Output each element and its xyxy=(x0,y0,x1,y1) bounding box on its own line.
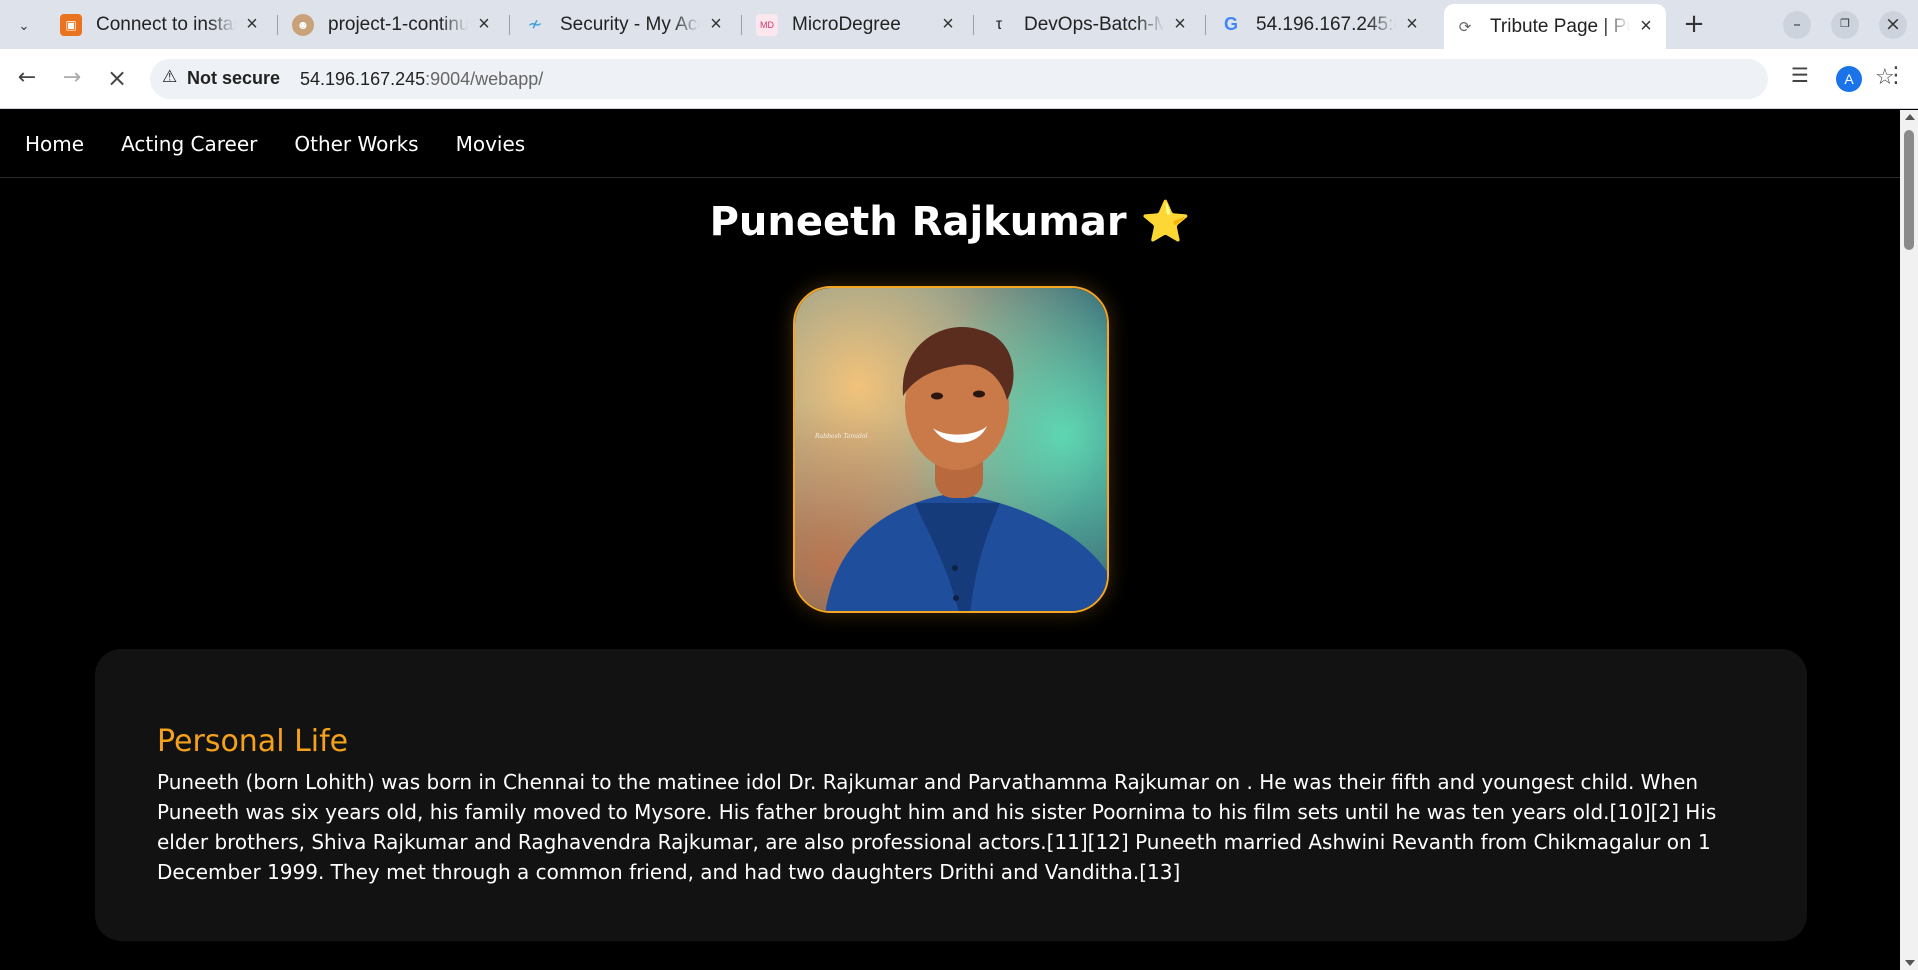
nav-link-acting-career[interactable]: Acting Career xyxy=(121,132,257,156)
scroll-down-arrow-icon[interactable] xyxy=(1905,960,1915,966)
aws-icon: ▣ xyxy=(60,13,82,36)
minimize-icon[interactable]: – xyxy=(1783,11,1811,39)
close-icon[interactable]: × xyxy=(1402,13,1422,36)
scroll-up-arrow-icon[interactable] xyxy=(1905,114,1915,120)
restore-icon[interactable]: ❐ xyxy=(1831,11,1859,39)
tab-ip-8080[interactable]: G 54.196.167.245:8080 × xyxy=(1210,6,1432,43)
stop-loading-icon[interactable]: × xyxy=(102,63,132,93)
back-arrow-icon[interactable]: ← xyxy=(12,63,42,93)
close-icon[interactable]: × xyxy=(706,13,726,36)
tab-security-account[interactable]: ≁ Security - My Account × xyxy=(514,6,736,43)
close-icon[interactable]: × xyxy=(1636,15,1656,38)
browser-toolbar: ← → × ⚠ Not secure 54.196.167.245:9004/w… xyxy=(0,49,1918,109)
personal-life-card: Personal Life Puneeth (born Lohith) was … xyxy=(95,649,1807,941)
page-title: Puneeth Rajkumar ⭐ xyxy=(709,199,1191,245)
close-icon[interactable]: × xyxy=(1170,13,1190,36)
scrollbar-thumb[interactable] xyxy=(1904,130,1914,250)
section-body: Puneeth (born Lohith) was born in Chenna… xyxy=(157,770,1717,884)
nav-link-movies[interactable]: Movies xyxy=(456,132,526,156)
url-text[interactable]: 54.196.167.245:9004/webapp/ xyxy=(300,69,543,90)
profile-avatar[interactable]: A xyxy=(1836,66,1862,92)
media-queue-icon[interactable]: ☰ xyxy=(1791,63,1809,87)
page-scrollbar[interactable] xyxy=(1900,110,1918,970)
tab-separator xyxy=(741,15,742,35)
security-chip[interactable]: Not secure xyxy=(187,68,280,89)
new-tab-button[interactable]: + xyxy=(1680,10,1708,38)
portrait-signature: Rabbesh Tamidol xyxy=(815,433,868,440)
close-window-icon[interactable]: × xyxy=(1879,11,1907,39)
tab-github-devops[interactable]: τ DevOps-Batch-Main × xyxy=(978,6,1200,43)
forward-arrow-icon[interactable]: → xyxy=(57,63,87,93)
more-menu-icon[interactable]: ⋮ xyxy=(1885,63,1907,88)
close-icon[interactable]: × xyxy=(242,13,262,36)
portrait-illustration xyxy=(795,288,1107,611)
tab-aws-connect[interactable]: ▣ Connect to instance | EC2 × xyxy=(50,6,272,43)
jenkins-icon: ☻ xyxy=(292,13,314,36)
github-icon: τ xyxy=(995,15,1003,33)
tab-microdegree[interactable]: MD MicroDegree × xyxy=(746,6,968,43)
nav-link-other-works[interactable]: Other Works xyxy=(294,132,418,156)
tab-separator xyxy=(1205,15,1206,35)
tab-separator xyxy=(509,15,510,35)
tab-search-chevron-icon[interactable]: ⌄ xyxy=(10,12,38,40)
close-icon[interactable]: × xyxy=(474,13,494,36)
tab-separator xyxy=(277,15,278,35)
browser-tab-bar: ⌄ ▣ Connect to instance | EC2 × ☻ projec… xyxy=(0,0,1918,49)
ssh-icon: ≁ xyxy=(527,14,543,34)
close-icon[interactable]: × xyxy=(938,13,958,36)
site-navbar: Home Acting Career Other Works Movies xyxy=(0,110,1900,178)
webpage-viewport: Home Acting Career Other Works Movies Pu… xyxy=(0,110,1900,970)
tab-tribute-page-active[interactable]: ⟳ Tribute Page | Puneeth Rajkumar × xyxy=(1444,4,1666,49)
google-icon: G xyxy=(1223,14,1238,34)
section-heading: Personal Life xyxy=(157,724,349,759)
loading-icon: ⟳ xyxy=(1458,18,1472,36)
warning-triangle-icon: ⚠ xyxy=(162,67,178,87)
star-emoji-icon: ⭐ xyxy=(1140,199,1191,245)
tab-separator xyxy=(973,15,974,35)
nav-link-home[interactable]: Home xyxy=(25,132,84,156)
address-bar[interactable]: ⚠ Not secure 54.196.167.245:9004/webapp/… xyxy=(150,59,1895,99)
microdegree-icon: MD xyxy=(756,13,778,36)
tab-jenkins-project[interactable]: ☻ project-1-continuous × xyxy=(282,6,504,43)
portrait-image: Rabbesh Tamidol xyxy=(793,286,1109,613)
